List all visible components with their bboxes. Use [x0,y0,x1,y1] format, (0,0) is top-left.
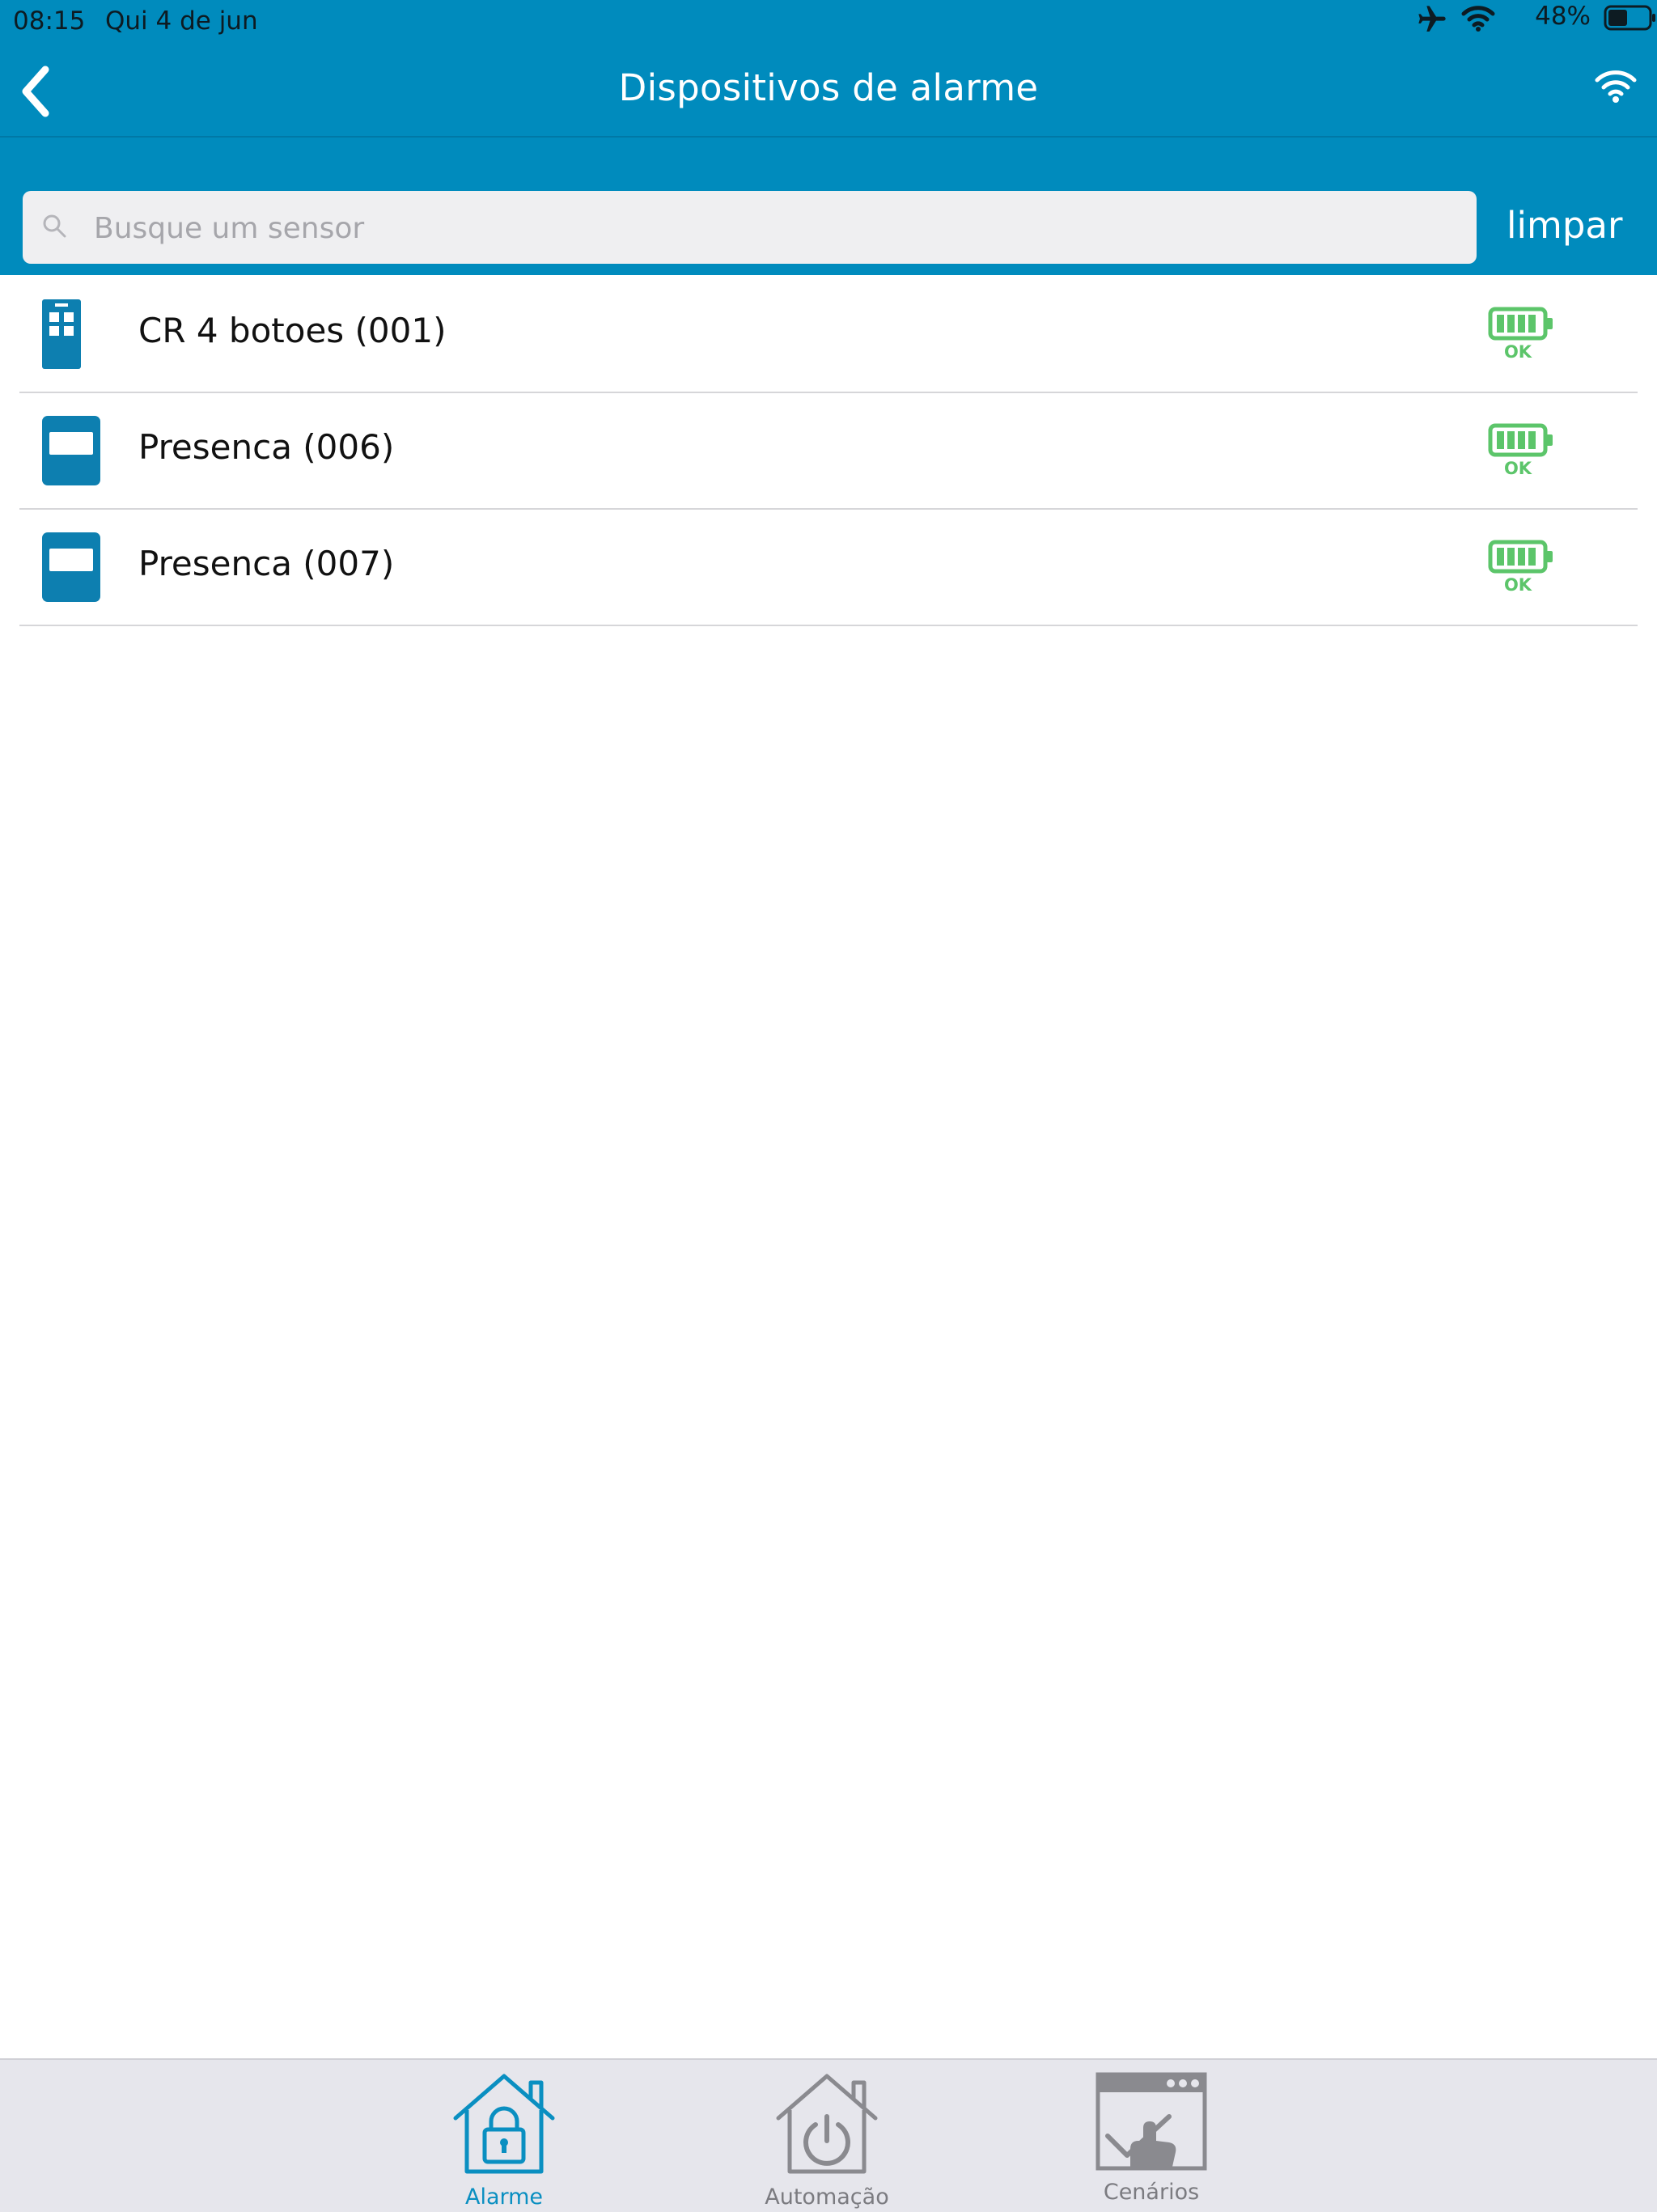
status-bar: 08:15 Qui 4 de jun 48% [0,0,1657,45]
house-lock-icon [453,2074,555,2174]
motion-sensor-icon [42,532,100,605]
navigation-bar: Dispositivos de alarme [0,45,1657,138]
status-date: Qui 4 de jun [105,6,258,36]
battery-ok-icon: OK [1485,539,1558,599]
battery-status-text: OK [1504,575,1532,595]
battery-ok-icon: OK [1485,306,1558,366]
search-input[interactable] [92,191,1455,265]
device-name: Presenca (006) [138,427,395,467]
battery-icon [1604,3,1657,39]
tab-label: Automação [765,2184,889,2210]
battery-ok-icon: OK [1485,422,1558,482]
wifi-icon [1461,5,1495,39]
tab-label: Alarme [464,2184,544,2210]
airplane-icon [1416,3,1448,42]
device-list: CR 4 botoes (001) OK Presenca (006) OK P… [0,277,1657,626]
motion-sensor-icon [42,416,100,489]
header: 08:15 Qui 4 de jun 48% Dispositivos de a… [0,0,1657,275]
tab-label: Cenários [1103,2180,1200,2205]
house-power-icon [776,2074,878,2174]
clear-button[interactable]: limpar [1507,204,1622,247]
device-name: CR 4 botoes (001) [138,311,447,350]
tab-cenarios[interactable]: Cenários [1062,2071,1240,2210]
device-row[interactable]: CR 4 botoes (001) OK [19,277,1638,393]
status-time: 08:15 [13,6,86,36]
battery-status-text: OK [1504,342,1532,362]
device-name: Presenca (007) [138,544,395,583]
remote-control-icon [42,299,81,372]
device-row[interactable]: Presenca (007) OK [19,510,1638,626]
tab-automacao[interactable]: Automação [738,2071,916,2210]
wifi-connection-icon[interactable] [1594,68,1638,107]
battery-status-text: OK [1504,459,1532,478]
scene-touch-icon [1095,2072,1207,2171]
tab-alarme[interactable]: Alarme [415,2071,593,2210]
tab-bar: Alarme Automação Cenários [0,2058,1657,2212]
search-icon [39,210,71,246]
battery-percent: 48% [1535,2,1591,31]
search-box [23,191,1477,265]
device-row[interactable]: Presenca (006) OK [19,393,1638,510]
page-title: Dispositivos de alarme [618,66,1039,109]
